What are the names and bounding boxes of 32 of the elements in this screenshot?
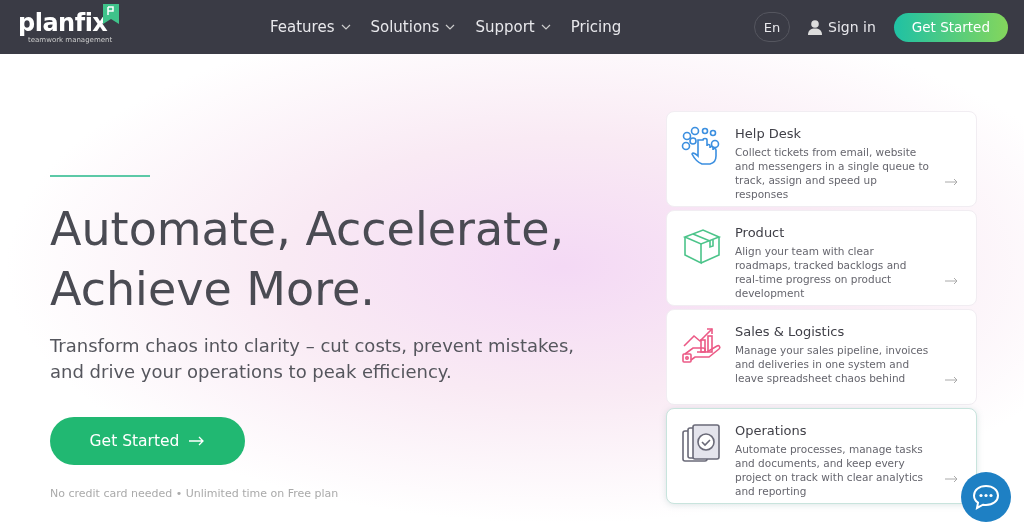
arrow-right-icon bbox=[945, 475, 958, 483]
chevron-down-icon bbox=[340, 24, 351, 30]
card-title: Help Desk bbox=[735, 126, 803, 141]
solution-card[interactable]: Help Desk Collect tickets from email, website and messengers in a single queue to track, assign and speed up responses bbox=[666, 111, 977, 207]
card-title: Product bbox=[735, 225, 786, 240]
solution-card[interactable]: Product Align your team with clear roadmaps, tracked backlogs and real-time progress on product development bbox=[666, 210, 977, 306]
documents-check-icon bbox=[681, 423, 723, 465]
chat-bubble-icon bbox=[972, 484, 1000, 510]
headline: Automate, Accelerate, Achieve More. bbox=[50, 201, 566, 318]
arrow-right-icon bbox=[189, 436, 206, 446]
card-description: Collect tickets from email, website and messengers in a single queue to track, assign and speed up responses bbox=[735, 145, 930, 201]
card-title: Operations bbox=[735, 423, 808, 438]
card-title: Sales & Logistics bbox=[735, 324, 846, 339]
sign-in-link[interactable]: Sign in bbox=[808, 19, 876, 35]
logo-wordmark[interactable]: planfix bbox=[18, 10, 108, 36]
solution-card[interactable]: Sales & Logistics Manage your sales pipeline, invoices and deliveries in one system and leave spreadsheet chaos behind bbox=[666, 309, 977, 405]
hero-subtitle: Transform chaos into clarity – cut costs, prevent mistakes, and drive your operations to peak efficiency. bbox=[50, 334, 575, 384]
solution-card[interactable]: Operations Automate processes, manage tasks and documents, and keep every project on track with clear analytics and reporting bbox=[666, 408, 977, 504]
nav-link[interactable]: Pricing bbox=[570, 18, 622, 36]
nav-link[interactable]: Support bbox=[475, 18, 551, 36]
card-description: Align your team with clear roadmaps, tracked backlogs and real-time progress on product development bbox=[735, 244, 908, 300]
plan-note: No credit card needed • Unlimited time on Free plan bbox=[50, 487, 340, 500]
chevron-down-icon bbox=[445, 24, 456, 30]
arrow-right-icon bbox=[945, 277, 958, 285]
nav-link[interactable]: Solutions bbox=[370, 18, 456, 36]
chevron-down-icon bbox=[540, 24, 551, 30]
card-description: Automate processes, manage tasks and documents, and keep every project on track with clear analytics and reporting bbox=[735, 442, 925, 498]
arrow-right-icon bbox=[945, 376, 958, 384]
arrow-right-icon bbox=[945, 178, 958, 186]
nav-link[interactable]: Features bbox=[270, 18, 351, 36]
user-icon bbox=[808, 19, 823, 35]
card-description: Manage your sales pipeline, invoices and deliveries in one system and leave spreadsheet chaos behind bbox=[735, 343, 930, 385]
